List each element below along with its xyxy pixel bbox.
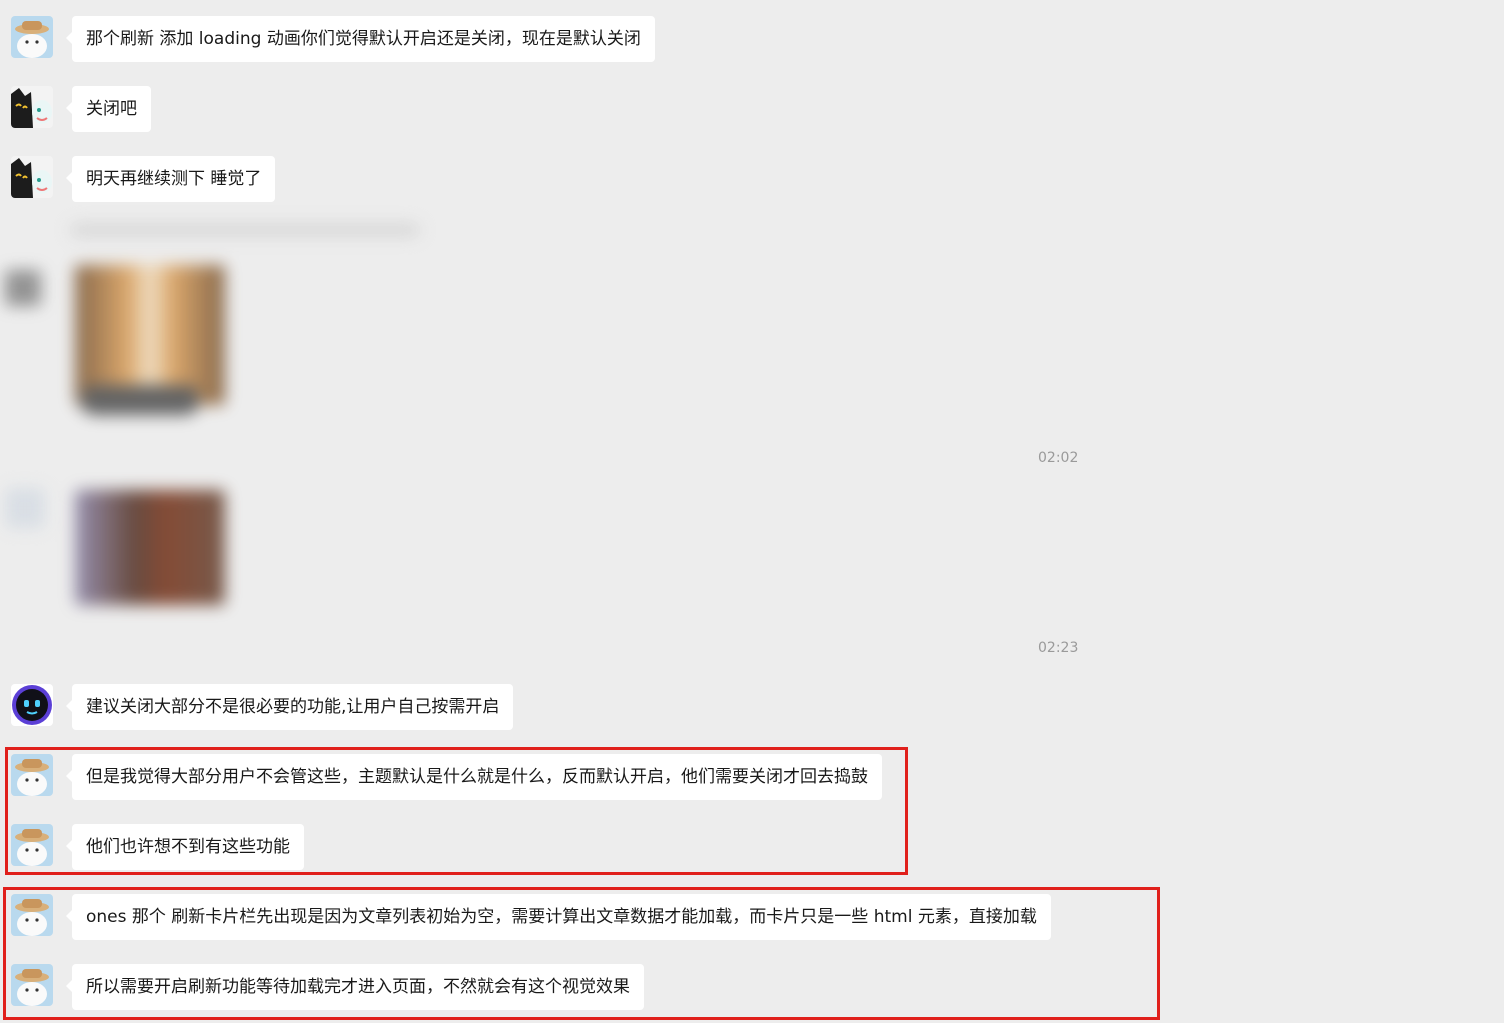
blurred-text-bar <box>70 223 420 237</box>
black-cat-unicorn-avatar[interactable] <box>11 156 53 198</box>
timestamp: 02:23 <box>1038 640 1079 656</box>
blurred-message-group <box>5 480 245 620</box>
message-bubble[interactable]: 关闭吧 <box>66 86 151 132</box>
message-bubble[interactable]: 建议关闭大部分不是很必要的功能,让用户自己按需开启 <box>65 684 514 730</box>
timestamp: 02:02 <box>1038 450 1079 466</box>
highlight-box <box>5 747 908 875</box>
message-bubble[interactable]: 明天再继续测下 睡觉了 <box>65 156 276 202</box>
blurred-avatar <box>5 488 45 528</box>
blurred-avatar <box>5 270 41 306</box>
blurred-image[interactable] <box>75 265 225 405</box>
robot-face-avatar[interactable] <box>11 684 53 726</box>
message-bubble[interactable]: 那个刷新 添加 loading 动画你们觉得默认开启还是关闭，现在是默认关闭 <box>66 16 655 62</box>
black-cat-unicorn-avatar[interactable] <box>11 86 53 128</box>
blurred-image[interactable] <box>75 490 225 605</box>
highlight-box <box>3 887 1160 1020</box>
blurred-image-shadow <box>80 385 200 415</box>
straw-hat-cat-avatar[interactable] <box>11 16 53 58</box>
blurred-message-group <box>5 205 445 435</box>
